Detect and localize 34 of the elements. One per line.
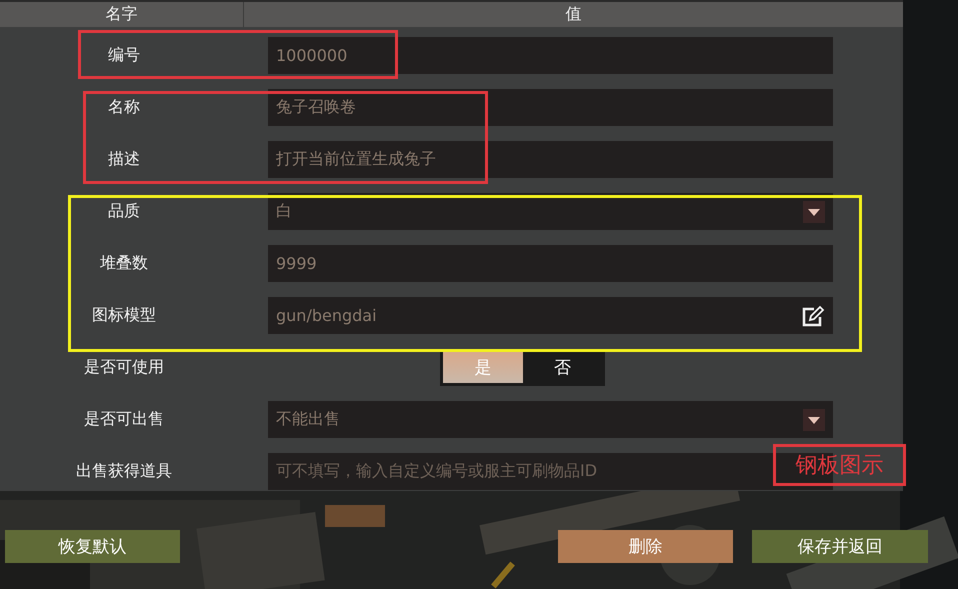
property-label: 编号 <box>108 45 140 66</box>
field-value: 兔子召唤卷 <box>276 97 356 118</box>
field-placeholder: 可不填写，输入自定义编号或服主可刷物品ID <box>276 461 598 482</box>
dropdown-caret-icon[interactable] <box>803 408 825 430</box>
toggle-option[interactable]: 是 <box>443 352 522 383</box>
property-label: 堆叠数 <box>100 253 148 274</box>
dropdown-field[interactable]: 白 <box>268 193 833 230</box>
field-value: 9999 <box>276 254 317 273</box>
property-label: 是否可使用 <box>84 357 164 378</box>
column-header: 值 <box>564 3 582 25</box>
field-value: 1000000 <box>276 46 348 65</box>
property-label: 出售获得道具 <box>76 461 172 482</box>
field-value: 不能出售 <box>276 409 340 430</box>
input-field[interactable]: 兔子召唤卷 <box>268 89 833 126</box>
column-header: 名字 <box>0 2 244 27</box>
input-field[interactable]: 1000000 <box>268 37 833 74</box>
dropdown-field[interactable]: 不能出售 <box>268 401 833 438</box>
field-value: gun/bengdai <box>276 306 377 325</box>
toggle-option[interactable]: 否 <box>522 352 602 383</box>
edit-icon[interactable] <box>801 304 825 326</box>
property-label: 名称 <box>108 97 140 118</box>
field-value: 打开当前位置生成兔子 <box>276 149 436 170</box>
delete-button[interactable]: 删除 <box>558 530 734 563</box>
field-value: 白 <box>276 201 292 222</box>
property-label: 描述 <box>108 149 140 170</box>
property-label: 图标模型 <box>92 305 156 326</box>
property-label: 品质 <box>108 201 140 222</box>
input-field[interactable]: 9999 <box>268 245 833 282</box>
property-label: 是否可出售 <box>84 409 164 430</box>
input-field[interactable]: 打开当前位置生成兔子 <box>268 141 833 178</box>
input-field[interactable]: gun/bengdai <box>268 297 833 334</box>
dropdown-caret-icon[interactable] <box>803 200 825 222</box>
reset-button[interactable]: 恢复默认 <box>5 530 180 563</box>
save-button[interactable]: 保存并返回 <box>752 530 928 563</box>
